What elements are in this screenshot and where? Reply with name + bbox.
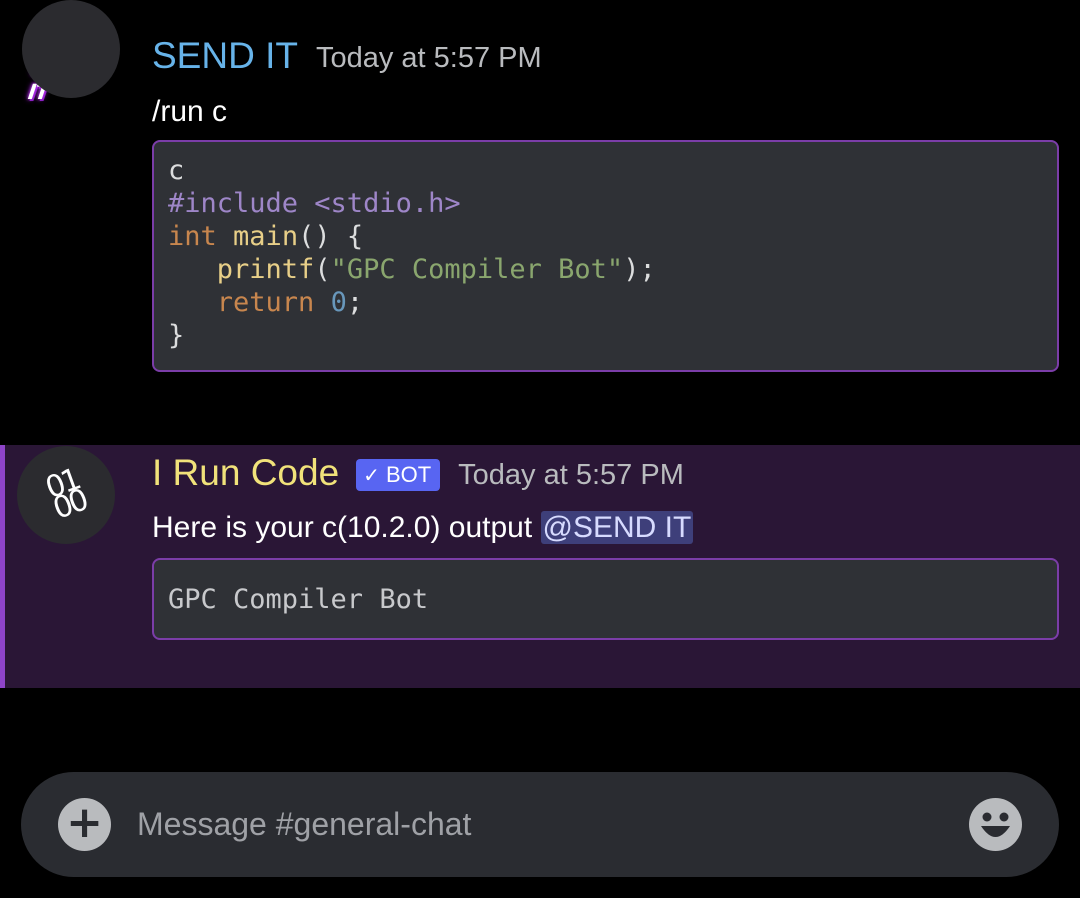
code-token: ); <box>623 254 656 285</box>
message-text: Here is your c(10.2.0) output <box>152 511 541 544</box>
message-input[interactable] <box>137 802 937 846</box>
code-token: ( <box>314 254 331 285</box>
code-token: main <box>233 221 299 252</box>
code-token: int <box>168 221 217 252</box>
avatar-binary-text: 01 00 <box>40 462 91 527</box>
emoji-button[interactable] <box>969 798 1022 851</box>
code-token: ; <box>346 287 364 318</box>
code-token: return <box>216 287 315 318</box>
message-header: SEND IT Today at 5:57 PM <box>152 34 542 78</box>
add-attachment-button[interactable]: + <box>58 798 111 851</box>
code-token: } <box>168 320 185 351</box>
message-content: /run c <box>152 95 228 128</box>
code-line: #include <stdio.h> <box>168 187 1043 220</box>
code-line: c <box>168 154 1043 187</box>
code-line: } <box>168 319 1043 352</box>
code-token: "GPC Compiler Bot" <box>330 254 624 285</box>
bot-badge-label: BOT <box>385 462 432 487</box>
bot-avatar[interactable]: 01 00 <box>17 446 115 544</box>
check-icon: ✓ <box>363 464 380 487</box>
output-line: GPC Compiler Bot <box>168 584 429 615</box>
username[interactable]: I Run Code <box>152 451 339 495</box>
code-line: return 0; <box>168 286 1043 319</box>
code-token: 0 <box>330 287 347 318</box>
smiley-face-icon <box>969 798 1022 851</box>
bot-badge: ✓ BOT <box>356 459 441 491</box>
code-token: () { <box>298 221 364 252</box>
username[interactable]: SEND IT <box>152 34 298 78</box>
output-code-block: GPC Compiler Bot <box>152 558 1059 640</box>
timestamp: Today at 5:57 PM <box>315 41 542 74</box>
code-token: printf <box>216 254 315 285</box>
user-mention[interactable]: @SEND IT <box>540 511 694 544</box>
code-line: int main() { <box>168 220 1043 253</box>
code-token: c <box>168 155 185 186</box>
code-line: printf("GPC Compiler Bot"); <box>168 253 1043 286</box>
message-send-it: SEND IT SEND IT Today at 5:57 PM /run c … <box>0 0 1080 445</box>
message-composer: + <box>21 772 1059 877</box>
message-header: I Run Code ✓ BOT Today at 5:57 PM <box>152 451 684 495</box>
plus-circle-icon: + <box>66 797 103 848</box>
avatar[interactable] <box>22 0 120 98</box>
code-block: c #include <stdio.h> int main() { printf("… <box>152 140 1059 372</box>
timestamp: Today at 5:57 PM <box>458 458 684 491</box>
message-content: Here is your c(10.2.0) output @SEND IT <box>152 511 694 545</box>
code-token: #include <stdio.h> <box>168 188 461 219</box>
